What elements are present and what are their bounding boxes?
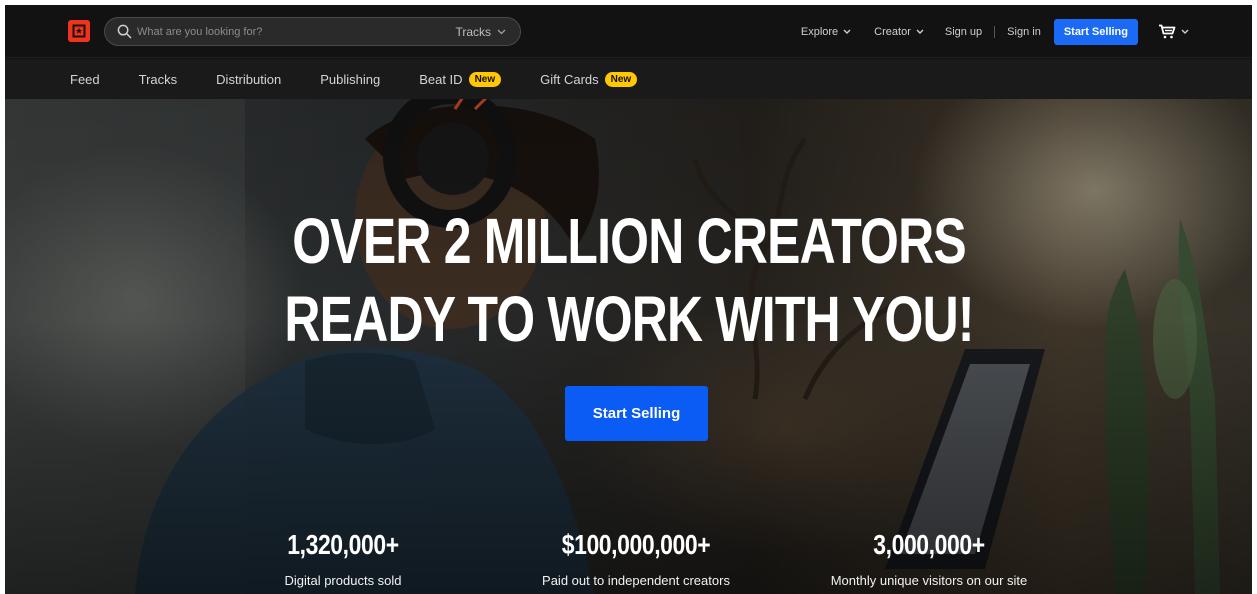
nav-item-distribution[interactable]: Distribution: [216, 72, 281, 87]
nav-item-publishing[interactable]: Publishing: [320, 72, 380, 87]
chevron-down-icon: [497, 29, 506, 35]
nav-item-label: Beat ID: [419, 71, 463, 87]
nav-item-label: Distribution: [216, 71, 282, 87]
divider: [994, 25, 996, 38]
sign-in-link[interactable]: Sign in: [1007, 26, 1041, 38]
stat-monthly-visitors: 3,000,000+ Monthly unique visitors on ou…: [799, 529, 1059, 588]
search-bar[interactable]: Tracks: [104, 17, 521, 46]
hero-section: OVER 2 MILLION CREATORS READY TO WORK WI…: [5, 99, 1252, 594]
stat-label: Monthly unique visitors on our site: [830, 573, 1028, 588]
chevron-down-icon: [1181, 29, 1189, 34]
chevron-down-icon: [916, 29, 924, 34]
nav-item-gift-cards[interactable]: Gift Cards New: [540, 71, 638, 87]
nav-item-label: Gift Cards: [540, 71, 599, 87]
sign-up-link[interactable]: Sign up: [945, 26, 982, 38]
nav-item-tracks[interactable]: Tracks: [139, 72, 178, 87]
start-selling-label: Start Selling: [1063, 25, 1128, 38]
search-icon: [117, 24, 132, 39]
top-navbar: Tracks Explore Creator Sign up: [5, 5, 1252, 58]
start-selling-button[interactable]: Start Selling: [1053, 18, 1138, 45]
hero-cta-label: Start Selling: [592, 405, 681, 422]
stat-label: Paid out to independent creators: [542, 573, 730, 588]
cart-icon: [1159, 24, 1176, 39]
top-nav-links: Explore Creator Sign up Sign in Start Se…: [801, 17, 1252, 46]
page-frame: Tracks Explore Creator Sign up: [5, 5, 1252, 594]
stat-label: Digital products sold: [284, 573, 402, 588]
explore-menu[interactable]: Explore: [801, 26, 851, 38]
creator-menu[interactable]: Creator: [874, 26, 924, 38]
nav-item-label: Tracks: [138, 71, 178, 87]
hero-headline: OVER 2 MILLION CREATORS READY TO WORK WI…: [143, 202, 1116, 358]
search-type-dropdown[interactable]: Tracks: [455, 25, 506, 39]
explore-label: Explore: [800, 25, 839, 38]
nav-item-beat-id[interactable]: Beat ID New: [419, 71, 502, 87]
search-type-label: Tracks: [455, 25, 491, 39]
hero-start-selling-button[interactable]: Start Selling: [565, 386, 708, 441]
new-badge: New: [604, 71, 638, 87]
nav-item-label: Feed: [70, 71, 100, 87]
headline-line-2: READY TO WORK WITH YOU!: [284, 283, 974, 355]
stat-value: $100,000,000+: [561, 529, 711, 560]
chevron-down-icon: [843, 29, 851, 34]
search-input[interactable]: [137, 22, 437, 42]
logo-icon[interactable]: [68, 20, 90, 42]
sign-in-label: Sign in: [1007, 25, 1041, 38]
stats-row: 1,320,000+ Digital products sold $100,00…: [5, 529, 1252, 594]
nav-item-feed[interactable]: Feed: [70, 72, 100, 87]
stat-paid-out: $100,000,000+ Paid out to independent cr…: [506, 529, 766, 588]
stat-products-sold: 1,320,000+ Digital products sold: [213, 529, 473, 588]
creator-label: Creator: [874, 25, 911, 38]
new-badge: New: [468, 71, 502, 87]
nav-item-label: Publishing: [320, 71, 381, 87]
stat-value: 3,000,000+: [873, 529, 985, 560]
stat-value: 1,320,000+: [287, 529, 399, 560]
headline-line-1: OVER 2 MILLION CREATORS: [292, 205, 966, 277]
cart-menu[interactable]: [1158, 24, 1189, 39]
sign-up-label: Sign up: [944, 25, 983, 38]
category-nav: Feed Tracks Distribution Publishing Beat…: [5, 59, 1252, 99]
